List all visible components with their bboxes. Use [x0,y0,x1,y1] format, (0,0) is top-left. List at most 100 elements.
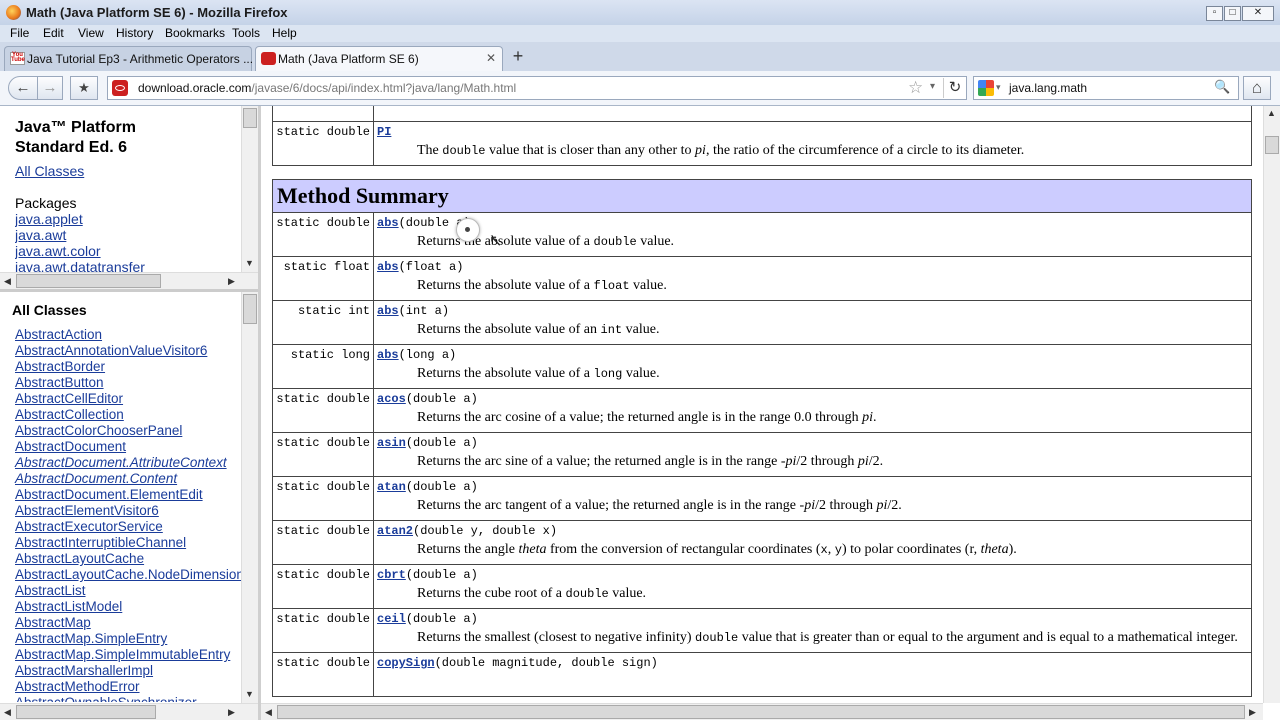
method-link[interactable]: cbrt [377,568,406,582]
class-link[interactable]: AbstractCellEditor [15,391,123,406]
classes-horizontal-scrollbar[interactable]: ◀ ▶ [0,703,258,720]
class-link[interactable]: AbstractAnnotationValueVisitor6 [15,343,207,358]
minimize-button[interactable]: ▫ [1206,6,1223,21]
class-link[interactable]: AbstractInterruptibleChannel [15,535,186,550]
class-link[interactable]: AbstractExecutorService [15,519,163,534]
scroll-right-arrow-icon[interactable]: ▶ [228,707,235,718]
package-link[interactable]: java.awt.datatransfer [15,259,240,273]
reload-button[interactable]: ↻ [943,78,966,98]
page-vertical-scrollbar[interactable]: ▲ [1263,106,1280,703]
menu-view[interactable]: View [78,26,104,40]
package-link[interactable]: java.applet [15,211,240,227]
tab-math-javadoc[interactable]: Math (Java Platform SE 6) ✕ [255,46,503,71]
method-link[interactable]: abs [377,260,399,274]
address-bar[interactable]: download.oracle.com/javase/6/docs/api/in… [107,76,967,100]
class-link[interactable]: AbstractLayoutCache.NodeDimensions [15,567,241,582]
scroll-down-arrow-icon[interactable]: ▼ [245,689,254,699]
bookmark-page-button[interactable]: ★ [70,76,98,100]
scroll-left-arrow-icon[interactable]: ◀ [265,707,272,718]
class-list-item: AbstractMap [15,615,241,631]
class-link[interactable]: AbstractElementVisitor6 [15,503,159,518]
method-link[interactable]: abs [377,216,399,230]
back-button[interactable]: ← [8,76,38,100]
method-link[interactable]: atan2 [377,524,413,538]
method-link[interactable]: abs [377,304,399,318]
field-link-pi[interactable]: PI [377,125,391,139]
class-list-item: AbstractCollection [15,407,241,423]
class-link[interactable]: AbstractMap [15,615,91,630]
method-params: (int a) [398,304,450,318]
menu-help[interactable]: Help [272,26,297,40]
new-tab-button[interactable]: + [506,47,530,67]
scrollbar-thumb[interactable] [277,705,1245,719]
scroll-down-arrow-icon[interactable]: ▼ [245,258,254,268]
scroll-left-arrow-icon[interactable]: ◀ [4,276,11,287]
menu-file[interactable]: File [10,26,29,40]
forward-button[interactable]: → [37,76,63,100]
all-classes-link[interactable]: All Classes [15,163,84,179]
class-link[interactable]: AbstractDocument.ElementEdit [15,487,203,502]
class-link[interactable]: AbstractButton [15,375,104,390]
maximize-button[interactable]: □ [1224,6,1241,21]
close-window-button[interactable]: ✕ [1242,6,1274,21]
class-link[interactable]: AbstractLayoutCache [15,551,144,566]
packages-horizontal-scrollbar[interactable]: ◀ ▶ [0,272,258,289]
scrollbar-thumb[interactable] [16,274,161,288]
class-list: AbstractAction AbstractAnnotationValueVis… [15,327,241,702]
method-description: Returns the angle theta from the convers… [417,542,1017,557]
class-link[interactable]: AbstractMap.SimpleEntry [15,631,167,646]
scrollbar-thumb[interactable] [1265,136,1279,154]
close-tab-icon[interactable]: ✕ [486,51,496,65]
class-link[interactable]: AbstractAction [15,327,102,342]
menu-edit[interactable]: Edit [43,26,64,40]
class-link[interactable]: AbstractBorder [15,359,105,374]
method-link[interactable]: atan [377,480,406,494]
class-link[interactable]: AbstractList [15,583,86,598]
history-dropdown-icon[interactable]: ▾ [930,81,935,92]
menu-history[interactable]: History [116,26,153,40]
method-link[interactable]: asin [377,436,406,450]
class-link[interactable]: AbstractMethodError [15,679,140,694]
scrollbar-thumb[interactable] [16,705,156,719]
package-link[interactable]: java.awt.color [15,243,240,259]
class-link[interactable]: AbstractCollection [15,407,124,422]
menu-bookmarks[interactable]: Bookmarks [165,26,225,40]
scroll-up-arrow-icon[interactable]: ▲ [1267,108,1276,118]
class-link[interactable]: AbstractMarshallerImpl [15,663,153,678]
site-identity-icon[interactable] [112,80,128,96]
scroll-right-arrow-icon[interactable]: ▶ [1249,707,1256,718]
oracle-icon [261,52,276,65]
classes-vertical-scrollbar[interactable]: ▼ [241,292,258,703]
class-link[interactable]: AbstractColorChooserPanel [15,423,182,438]
class-link[interactable]: AbstractDocument.Content [15,471,177,486]
class-link[interactable]: AbstractListModel [15,599,122,614]
tab-java-tutorial[interactable]: You Tube Java Tutorial Ep3 - Arithmetic O… [4,46,253,71]
method-row: static double ceil(double a) Returns the s… [272,608,1252,653]
class-link[interactable]: AbstractMap.SimpleImmutableEntry [15,647,230,662]
method-link[interactable]: copySign [377,656,435,670]
method-link[interactable]: abs [377,348,399,362]
scroll-right-arrow-icon[interactable]: ▶ [228,276,235,287]
engine-dropdown-icon[interactable]: ▾ [996,82,1001,93]
star-bookmark-icon[interactable]: ☆ [908,78,923,98]
page-horizontal-scrollbar[interactable]: ◀ ▶ [261,703,1263,720]
home-button[interactable]: ⌂ [1243,76,1271,100]
packages-vertical-scrollbar[interactable]: ▼ [241,106,258,272]
google-engine-icon[interactable] [978,80,994,96]
class-link[interactable]: AbstractDocument [15,439,126,454]
class-link[interactable]: AbstractOwnableSynchronizer [15,695,197,702]
menu-tools[interactable]: Tools [232,26,260,40]
search-icon[interactable]: 🔍 [1214,79,1230,95]
search-input[interactable]: java.lang.math [1009,81,1087,95]
scroll-left-arrow-icon[interactable]: ◀ [4,707,11,718]
package-link[interactable]: java.awt [15,227,240,243]
scrollbar-thumb[interactable] [243,294,257,324]
method-modifier: static float [272,256,374,301]
method-link[interactable]: acos [377,392,406,406]
method-link[interactable]: ceil [377,612,406,626]
scrollbar-thumb[interactable] [243,108,257,128]
class-list-item: AbstractList [15,583,241,599]
method-modifier: static double [272,388,374,433]
search-bar[interactable]: ▾ java.lang.math 🔍 [973,76,1239,100]
class-link[interactable]: AbstractDocument.AttributeContext [15,455,227,470]
